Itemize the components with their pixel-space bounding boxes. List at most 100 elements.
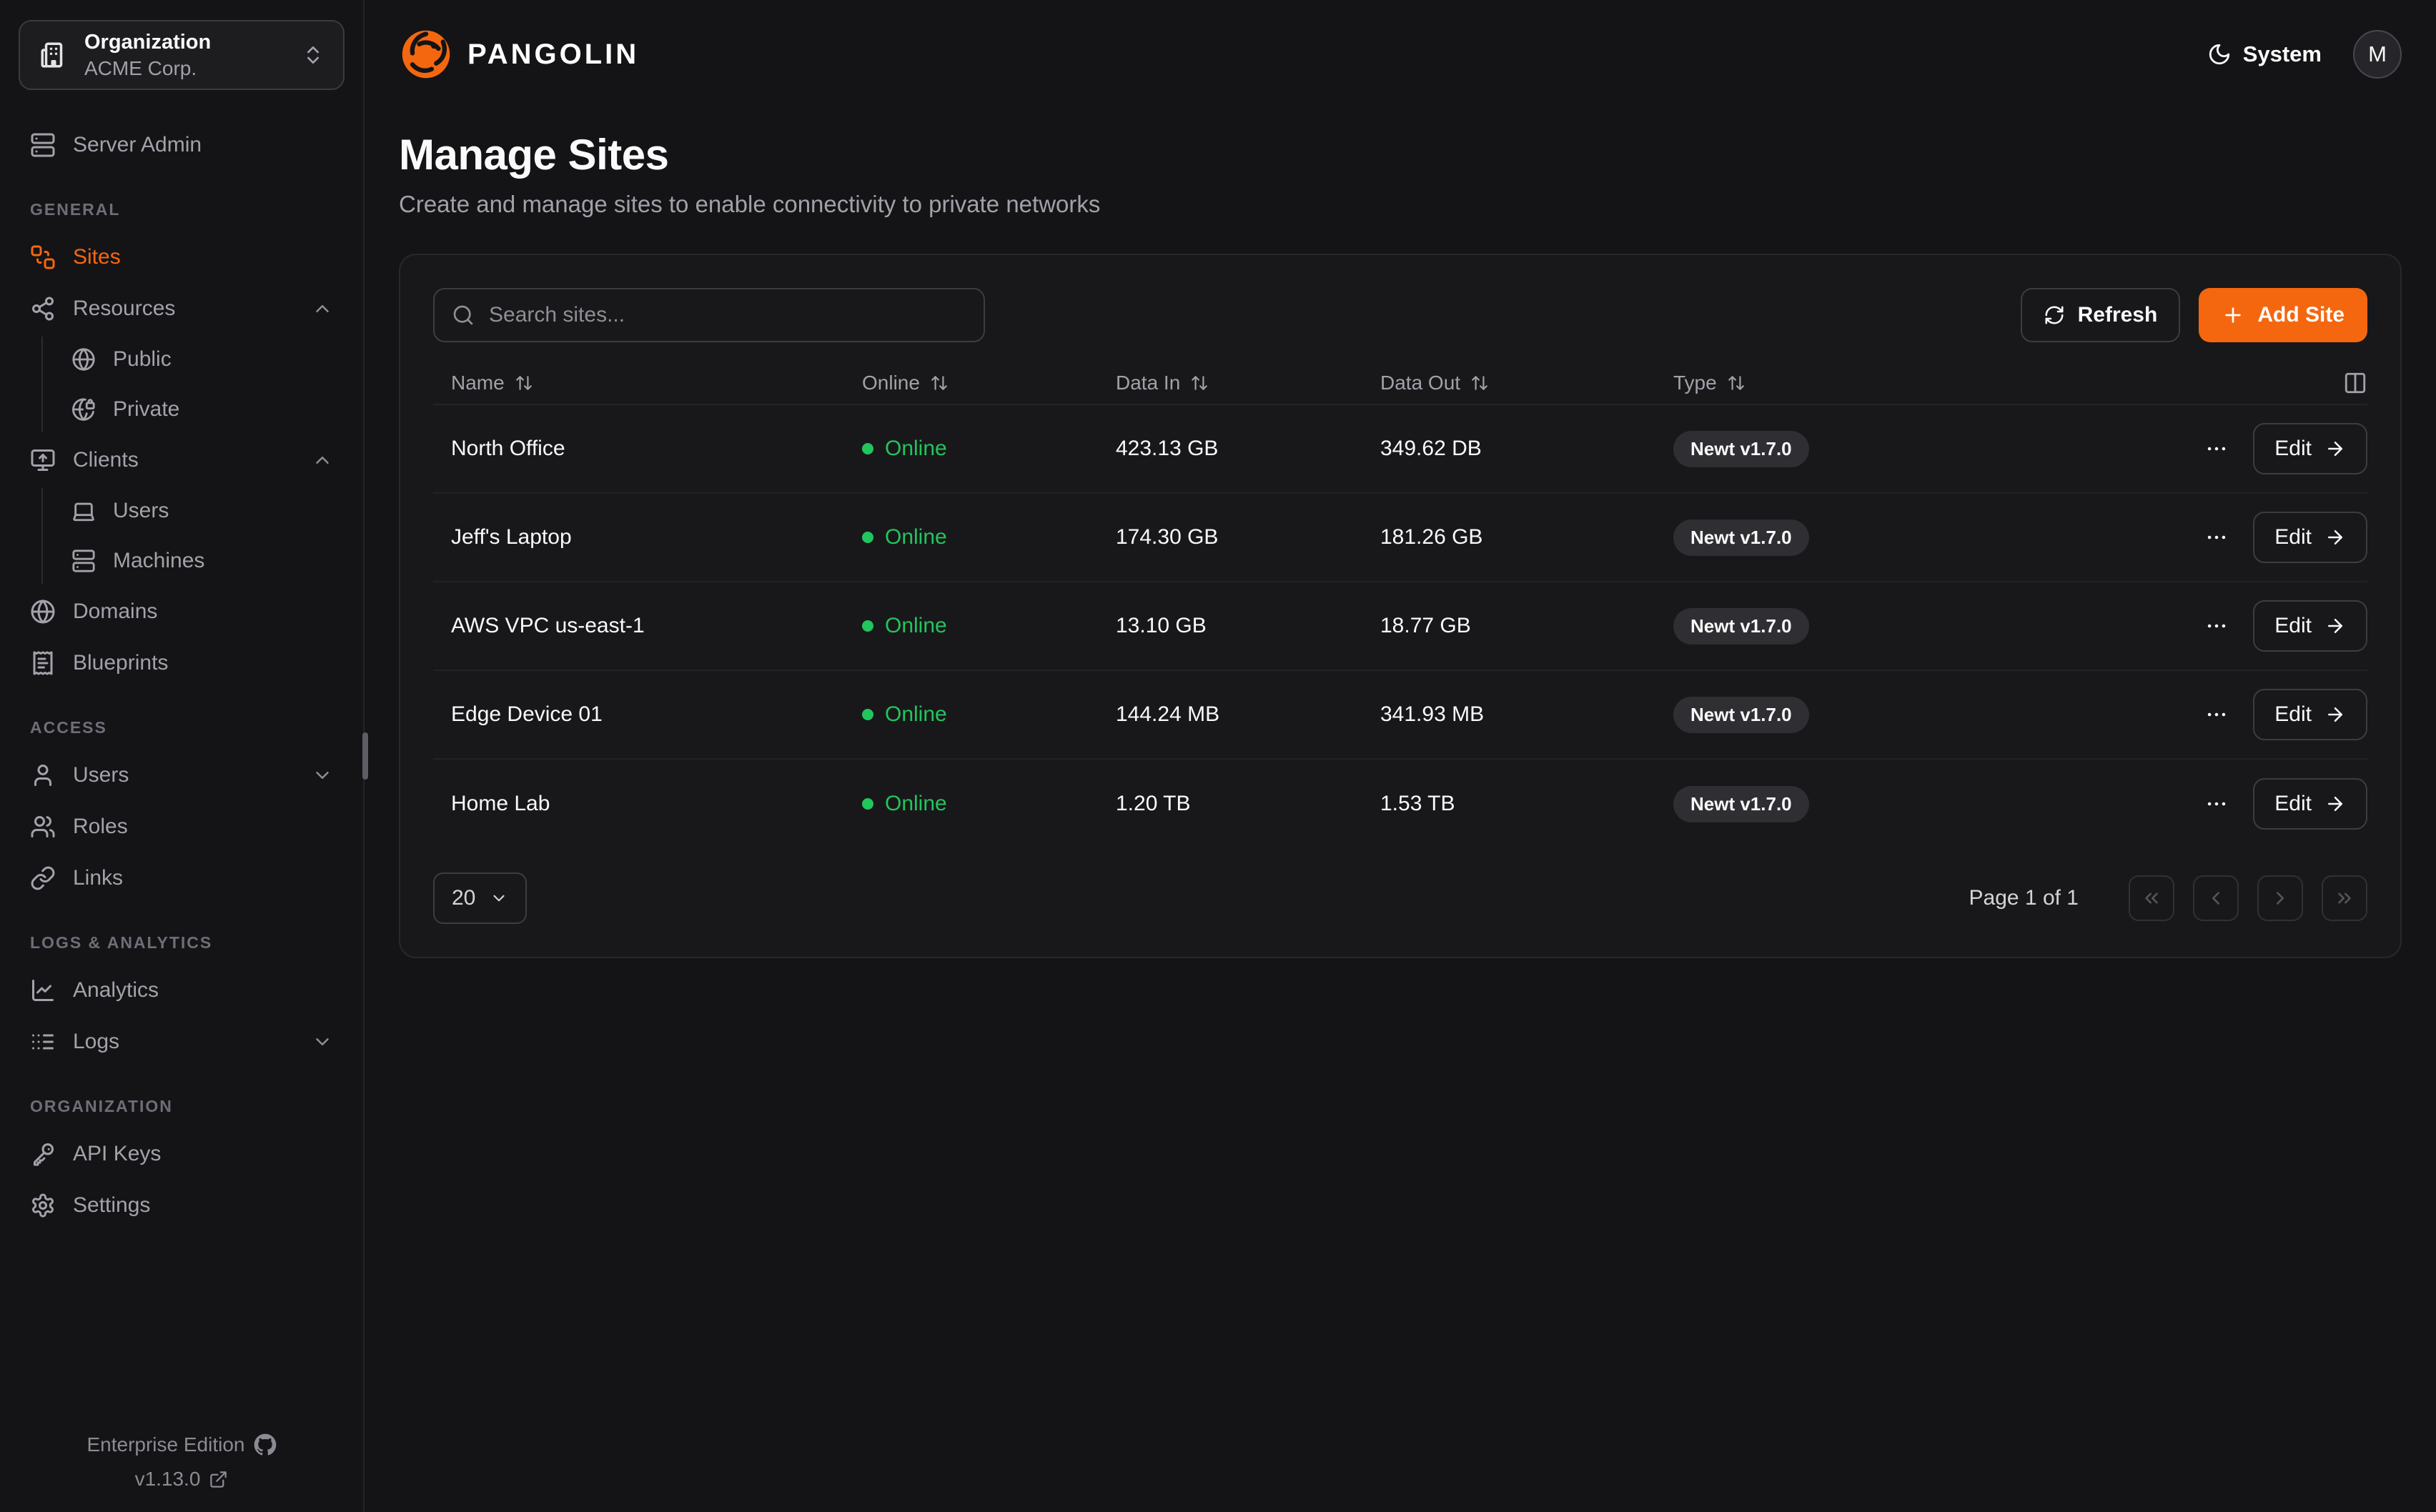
sidebar-item-label: Users [113, 499, 169, 523]
edit-label: Edit [2274, 525, 2312, 549]
chart-line-icon [30, 978, 56, 1003]
org-label: Organization [84, 31, 211, 54]
sidebar-item-label: Links [73, 866, 123, 890]
sidebar-item-public[interactable]: Public [60, 337, 345, 382]
edit-button[interactable]: Edit [2253, 778, 2367, 830]
page-size-select[interactable]: 20 [433, 872, 527, 924]
site-name: Edge Device 01 [433, 702, 862, 727]
section-label-organization: ORGANIZATION [30, 1097, 345, 1116]
table-row: Jeff's Laptop Online 174.30 GB 181.26 GB… [433, 494, 2367, 582]
site-status: Online [862, 614, 1116, 638]
online-dot [862, 798, 873, 810]
row-menu-button[interactable] [2199, 519, 2234, 555]
topbar: PANGOLIN System M [399, 0, 2402, 109]
sidebar-item-links[interactable]: Links [19, 855, 345, 902]
row-menu-button[interactable] [2199, 697, 2234, 732]
sidebar-item-users[interactable]: Users [19, 752, 345, 799]
sidebar-item-analytics[interactable]: Analytics [19, 967, 345, 1014]
column-header-data-out[interactable]: Data Out [1380, 372, 1673, 394]
edit-button[interactable]: Edit [2253, 689, 2367, 740]
edit-button[interactable]: Edit [2253, 423, 2367, 474]
last-page-button[interactable] [2322, 875, 2367, 921]
site-data-in: 1.20 TB [1116, 792, 1380, 816]
site-data-in: 174.30 GB [1116, 525, 1380, 549]
sidebar-resize-handle[interactable] [362, 732, 368, 780]
org-selector[interactable]: Organization ACME Corp. [19, 20, 345, 90]
column-header-name[interactable]: Name [433, 372, 862, 394]
sidebar-item-domains[interactable]: Domains [19, 588, 345, 635]
site-name: Jeff's Laptop [433, 525, 862, 549]
site-type: Newt v1.7.0 [1673, 786, 2199, 822]
sidebar-item-machines[interactable]: Machines [60, 538, 345, 584]
sidebar-item-settings[interactable]: Settings [19, 1182, 345, 1229]
org-text: Organization ACME Corp. [84, 31, 211, 80]
building-icon [39, 40, 69, 70]
brand[interactable]: PANGOLIN [399, 27, 639, 81]
app-root: Organization ACME Corp. Server Admin GEN… [0, 0, 2436, 1512]
type-badge: Newt v1.7.0 [1673, 608, 1809, 645]
sidebar-item-logs[interactable]: Logs [19, 1018, 345, 1065]
sidebar-item-private[interactable]: Private [60, 387, 345, 432]
link-icon [30, 865, 56, 891]
sidebar-item-sites[interactable]: Sites [19, 234, 345, 281]
chevrons-up-down-icon [302, 44, 325, 66]
pangolin-logo-icon [399, 27, 453, 81]
section-label-general: GENERAL [30, 200, 345, 219]
edit-label: Edit [2274, 702, 2312, 727]
sidebar-item-client-users[interactable]: Users [60, 488, 345, 534]
search-input[interactable] [489, 303, 966, 327]
status-label: Online [885, 525, 947, 549]
external-link-icon [209, 1470, 228, 1489]
edit-button[interactable]: Edit [2253, 512, 2367, 563]
refresh-button[interactable]: Refresh [2021, 288, 2181, 342]
sidebar-item-roles[interactable]: Roles [19, 803, 345, 850]
section-label-logs-analytics: LOGS & ANALYTICS [30, 933, 345, 953]
theme-toggle[interactable]: System [2207, 41, 2322, 67]
sidebar-item-label: Domains [73, 600, 157, 624]
version-line[interactable]: v1.13.0 [135, 1468, 229, 1491]
column-header-data-in[interactable]: Data In [1116, 372, 1380, 394]
site-type: Newt v1.7.0 [1673, 519, 2199, 556]
chevron-down-icon [312, 765, 333, 786]
sidebar-item-clients[interactable]: Clients [19, 437, 345, 484]
site-type: Newt v1.7.0 [1673, 431, 2199, 467]
refresh-label: Refresh [2078, 303, 2158, 327]
sidebar-item-label: Users [73, 763, 129, 787]
column-header-type[interactable]: Type [1673, 372, 2343, 394]
row-menu-button[interactable] [2199, 608, 2234, 644]
first-page-button[interactable] [2129, 875, 2174, 921]
site-name: AWS VPC us-east-1 [433, 614, 862, 638]
site-status: Online [862, 437, 1116, 461]
edition-line[interactable]: Enterprise Edition [86, 1433, 276, 1456]
online-dot [862, 532, 873, 543]
avatar[interactable]: M [2353, 30, 2402, 79]
site-type: Newt v1.7.0 [1673, 608, 2199, 645]
site-data-in: 144.24 MB [1116, 702, 1380, 727]
arrow-right-icon [2324, 527, 2346, 548]
main-content: PANGOLIN System M Manage Sites Create an… [365, 0, 2436, 1512]
logs-icon [30, 1029, 56, 1055]
sidebar-item-label: Logs [73, 1030, 119, 1054]
sidebar-item-resources[interactable]: Resources [19, 285, 345, 332]
online-dot [862, 443, 873, 454]
next-page-button[interactable] [2257, 875, 2303, 921]
sidebar-item-api-keys[interactable]: API Keys [19, 1130, 345, 1178]
sidebar-item-blueprints[interactable]: Blueprints [19, 640, 345, 687]
status-label: Online [885, 702, 947, 727]
online-dot [862, 620, 873, 632]
row-menu-button[interactable] [2199, 786, 2234, 822]
sidebar-item-server-admin[interactable]: Server Admin [19, 121, 345, 169]
row-actions: Edit [2199, 689, 2367, 740]
column-header-online[interactable]: Online [862, 372, 1116, 394]
page-info: Page 1 of 1 [1969, 886, 2079, 910]
edit-button[interactable]: Edit [2253, 600, 2367, 652]
column-visibility-button[interactable] [2343, 371, 2367, 395]
sidebar-item-label: Blueprints [73, 651, 168, 675]
row-menu-button[interactable] [2199, 431, 2234, 467]
add-site-button[interactable]: Add Site [2199, 288, 2367, 342]
github-icon [254, 1433, 277, 1456]
previous-page-button[interactable] [2193, 875, 2239, 921]
edit-label: Edit [2274, 792, 2312, 816]
column-label: Online [862, 372, 920, 394]
page-size-value: 20 [452, 886, 475, 910]
